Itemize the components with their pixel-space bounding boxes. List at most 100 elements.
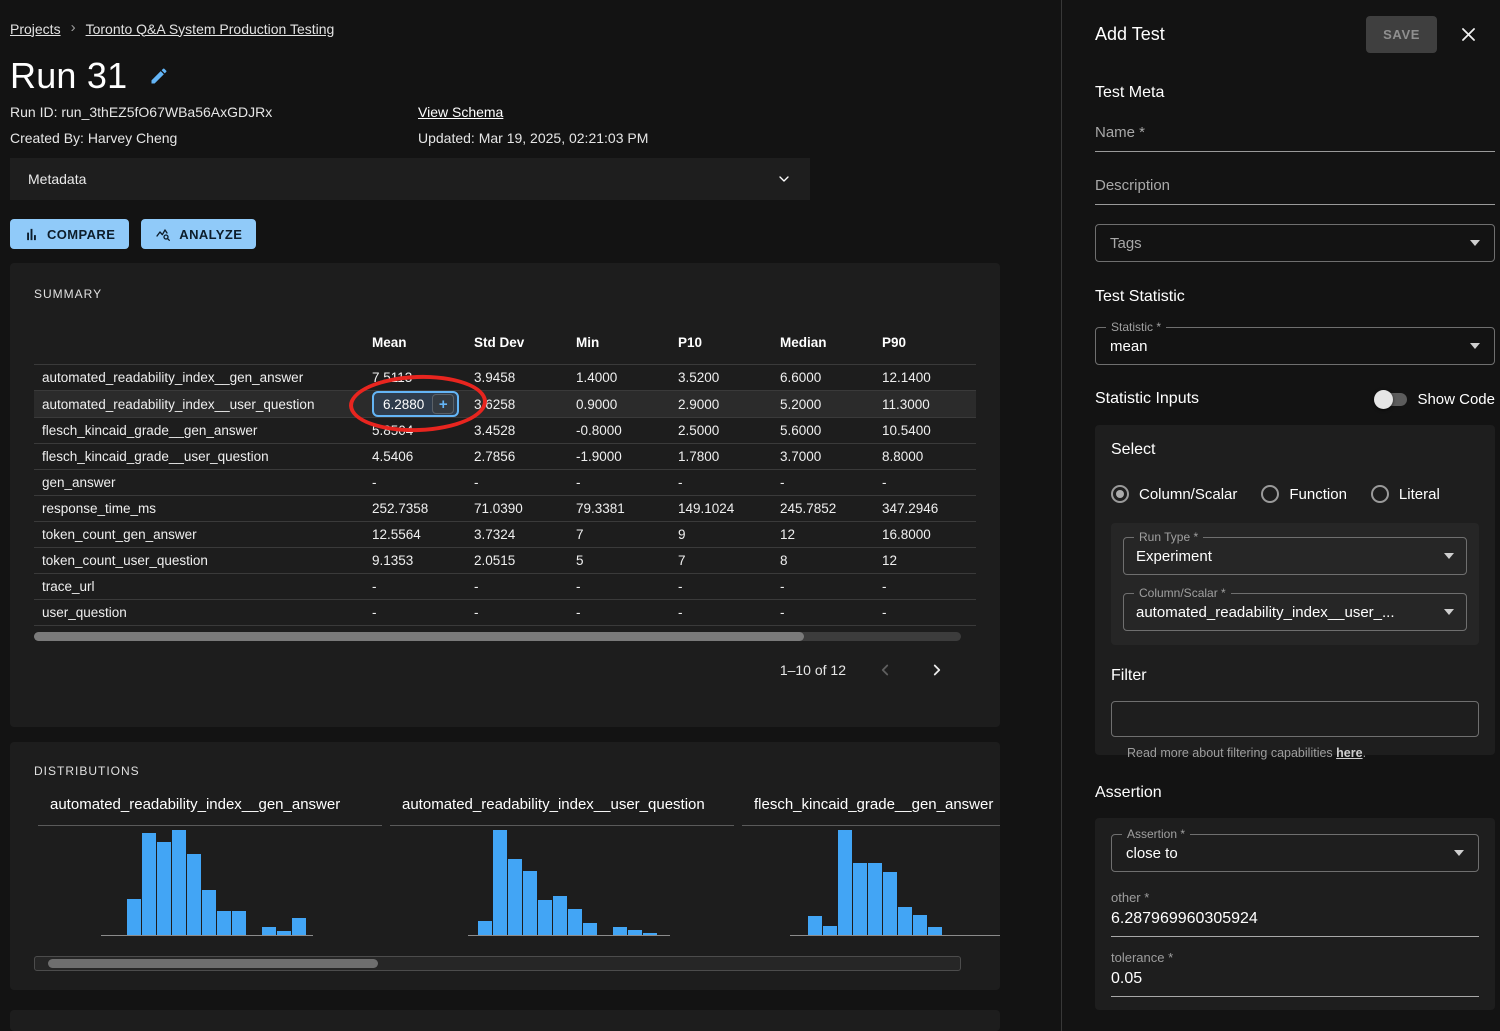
show-code-toggle[interactable]: Show Code — [1377, 391, 1495, 408]
value-cell: 7 — [670, 548, 772, 574]
description-field[interactable]: Description — [1095, 177, 1495, 205]
filter-input[interactable] — [1111, 701, 1479, 737]
scrollbar-thumb[interactable] — [34, 632, 804, 641]
save-button[interactable]: SAVE — [1366, 16, 1437, 53]
select-radio-group: Column/Scalar Function Literal — [1111, 485, 1479, 503]
metadata-accordion[interactable]: Metadata — [10, 158, 810, 200]
breadcrumb: Projects › Toronto Q&A System Production… — [10, 20, 334, 37]
histogram-plot — [38, 830, 382, 935]
value-cell: 71.0390 — [466, 496, 568, 522]
statistic-inputs-heading: Statistic Inputs — [1095, 390, 1377, 408]
value-cell: 9 — [670, 522, 772, 548]
analyze-button[interactable]: ANALYZE — [141, 219, 256, 249]
dropdown-caret-icon — [1444, 609, 1454, 615]
selected-stat-chip[interactable]: 6.2880 + — [372, 391, 459, 417]
value-cell: 6.2880 + — [364, 391, 466, 418]
value-cell: -0.8000 — [568, 418, 670, 444]
edit-icon[interactable] — [149, 66, 169, 86]
breadcrumb-link-projects[interactable]: Projects — [10, 21, 61, 37]
column-header-stddev: Std Dev — [466, 325, 568, 365]
value-cell: - — [670, 470, 772, 496]
value-cell: - — [466, 470, 568, 496]
created-by-text: Created By: Harvey Cheng — [10, 130, 418, 146]
radio-column-scalar[interactable]: Column/Scalar — [1111, 485, 1237, 503]
assertion-select-label: Assertion * — [1122, 827, 1190, 841]
value-cell: 9.1353 — [364, 548, 466, 574]
run-type-select-label: Run Type * — [1134, 530, 1203, 544]
column-header-p90: P90 — [874, 325, 976, 365]
statistic-select-value: mean — [1110, 338, 1470, 355]
summary-table: Mean Std Dev Min P10 Median P90 automate… — [34, 325, 976, 626]
value-cell: 3.7000 — [772, 444, 874, 470]
histogram-bar — [523, 871, 537, 935]
filter-heading: Filter — [1111, 667, 1479, 685]
histogram-bar — [508, 859, 522, 935]
value-cell: - — [568, 600, 670, 626]
value-cell: 7 — [568, 522, 670, 548]
page-title: Run 31 — [10, 55, 127, 97]
view-schema-link[interactable]: View Schema — [418, 104, 503, 120]
radio-function[interactable]: Function — [1261, 485, 1347, 503]
value-cell: 16.8000 — [874, 522, 976, 548]
pagination-next-button[interactable] — [924, 657, 950, 683]
distributions-horizontal-scrollbar — [34, 956, 961, 971]
row-name-cell: token_count_gen_answer — [34, 522, 364, 548]
assertion-select-value: close to — [1126, 845, 1454, 862]
histogram-bar — [898, 907, 912, 935]
value-cell: - — [670, 574, 772, 600]
breadcrumb-link-project[interactable]: Toronto Q&A System Production Testing — [86, 21, 335, 37]
selected-stat-value: 6.2880 — [383, 397, 424, 412]
radio-literal[interactable]: Literal — [1371, 485, 1440, 503]
statistic-select[interactable]: Statistic * mean — [1095, 327, 1495, 365]
row-name-cell: response_time_ms — [34, 496, 364, 522]
name-field[interactable]: Name * — [1095, 124, 1495, 152]
row-name-cell: flesch_kincaid_grade__user_question — [34, 444, 364, 470]
filter-help-text: Read more about filtering capabilities h… — [1111, 746, 1479, 760]
value-cell: - — [874, 600, 976, 626]
statistic-select-label: Statistic * — [1106, 320, 1166, 334]
value-cell: 10.5400 — [874, 418, 976, 444]
run-type-select[interactable]: Run Type * Experiment — [1123, 537, 1467, 575]
value-cell: 12 — [772, 522, 874, 548]
test-statistic-heading: Test Statistic — [1095, 288, 1185, 306]
other-field-value[interactable]: 6.287969960305924 — [1111, 910, 1479, 937]
updated-text: Updated: Mar 19, 2025, 02:21:03 PM — [418, 130, 648, 146]
chevron-right-icon: › — [71, 19, 76, 36]
assertion-select[interactable]: Assertion * close to — [1111, 834, 1479, 872]
bar-chart-icon — [24, 227, 39, 242]
histogram-bar — [868, 863, 882, 935]
compare-button[interactable]: COMPARE — [10, 219, 129, 249]
value-cell: 8.8000 — [874, 444, 976, 470]
value-cell: - — [466, 574, 568, 600]
tags-select[interactable]: Tags — [1095, 224, 1495, 262]
dropdown-caret-icon — [1470, 240, 1480, 246]
pagination-prev-button[interactable] — [872, 657, 898, 683]
histogram-bar — [643, 933, 657, 935]
value-cell: 2.9000 — [670, 391, 772, 418]
column-header-mean: Mean — [364, 325, 466, 365]
histogram-bar — [217, 911, 231, 935]
scrollbar-thumb[interactable] — [48, 959, 378, 968]
run-id-text: Run ID: run_3thEZ5fO67WBa56AxGDJRx — [10, 104, 418, 120]
histogram-bar — [613, 927, 627, 935]
chart-title: flesch_kincaid_grade__gen_answer — [742, 790, 1000, 826]
select-card: Select Column/Scalar Function Literal Ru… — [1095, 425, 1495, 755]
value-cell: - — [466, 600, 568, 626]
row-name-cell: trace_url — [34, 574, 364, 600]
tolerance-field-value[interactable]: 0.05 — [1111, 970, 1479, 997]
histogram-bar — [823, 926, 837, 935]
value-cell: 7.5113 — [364, 365, 466, 391]
value-cell: 2.7856 — [466, 444, 568, 470]
histogram-bar — [493, 830, 507, 935]
filter-help-link[interactable]: here — [1336, 746, 1362, 760]
table-row: flesch_kincaid_grade__gen_answer5.85043.… — [34, 418, 976, 444]
value-cell: 252.7358 — [364, 496, 466, 522]
value-cell: 12.5564 — [364, 522, 466, 548]
column-header-min: Min — [568, 325, 670, 365]
chevron-left-icon — [876, 661, 894, 679]
column-scalar-select[interactable]: Column/Scalar * automated_readability_in… — [1123, 593, 1467, 631]
add-test-plus-button[interactable]: + — [432, 394, 454, 414]
close-icon[interactable] — [1457, 23, 1480, 46]
histogram-bar — [853, 863, 867, 935]
histogram-bar — [172, 830, 186, 935]
